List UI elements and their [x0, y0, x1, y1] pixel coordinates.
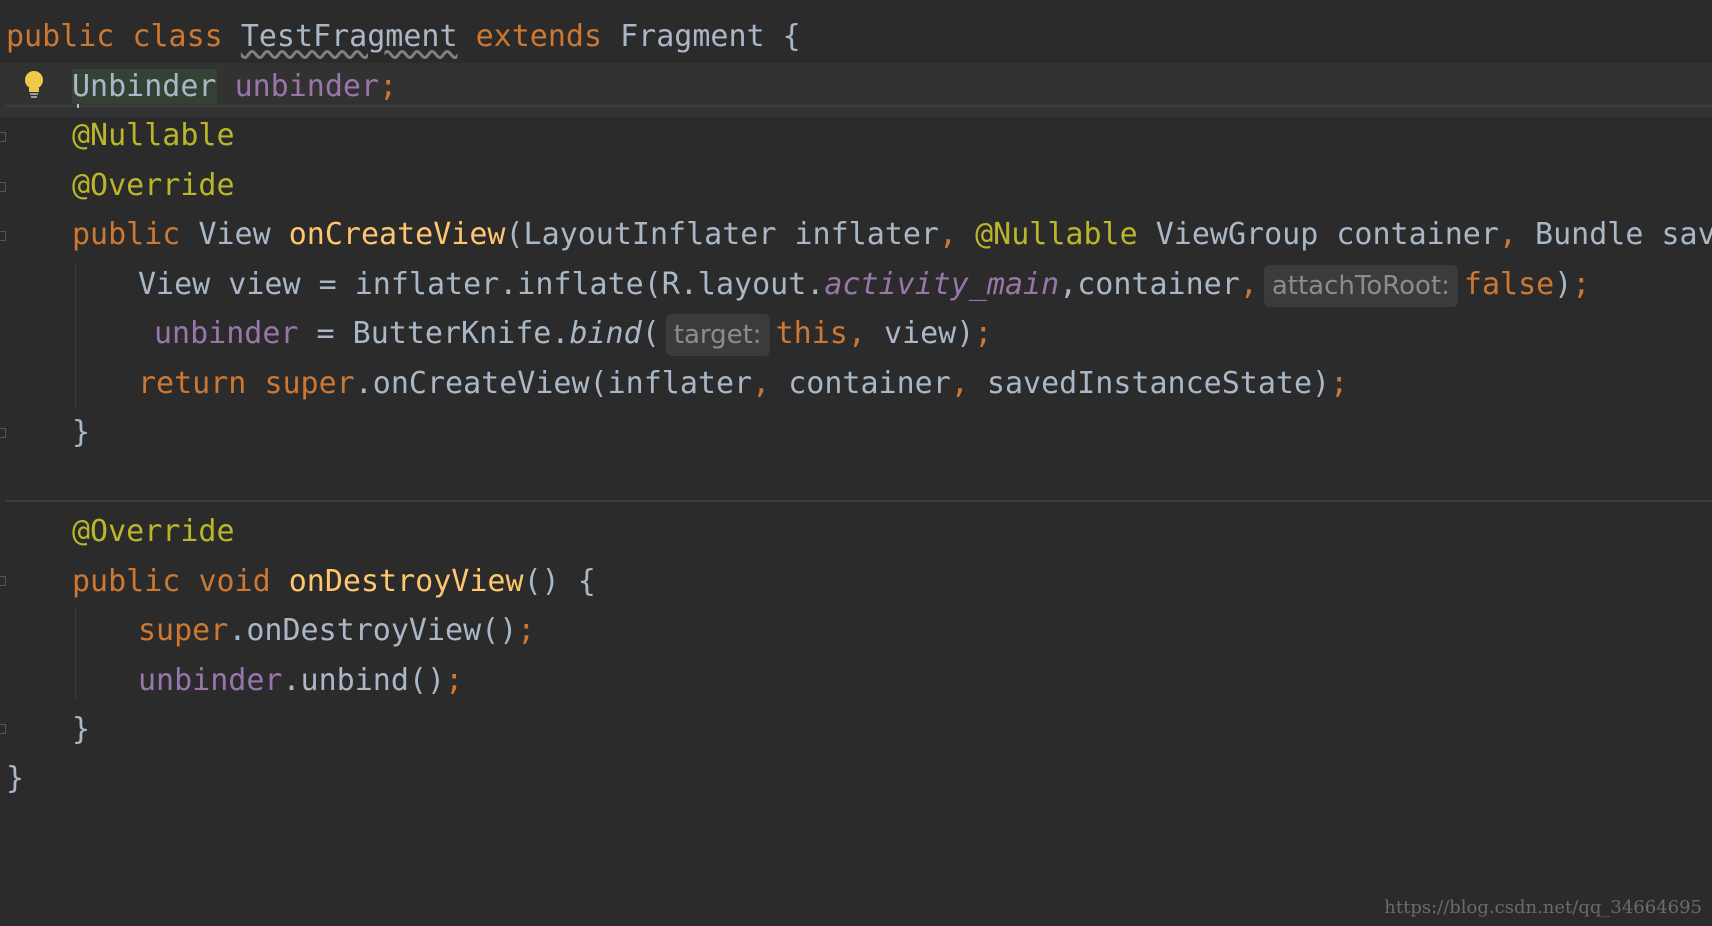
statement-text: .onDestroyView(): [228, 613, 518, 648]
field-name: unbinder: [234, 69, 380, 104]
field-name: unbinder: [138, 663, 283, 698]
parameter-hint: target:: [665, 313, 770, 356]
brace: }: [6, 761, 25, 796]
keyword: public: [6, 19, 115, 54]
statement-text: .onCreateView(inflater: [354, 366, 753, 401]
code-line[interactable]: public View onCreateView(LayoutInflater …: [0, 208, 1712, 262]
parameter: ViewGroup container: [1155, 217, 1499, 252]
keyword: public: [72, 217, 181, 252]
code-line[interactable]: }: [0, 703, 1712, 757]
statement-text: () {: [523, 564, 596, 599]
comma: ,: [950, 366, 969, 401]
statement-text: view): [865, 316, 975, 351]
paren: ): [1554, 267, 1573, 302]
method-name: bind: [569, 316, 642, 351]
type-name: Unbinder: [72, 69, 217, 104]
code-line[interactable]: @Override: [0, 159, 1712, 213]
statement-text: View view = inflater.inflate(R.layout.: [138, 267, 825, 302]
brace: }: [72, 712, 91, 747]
semicolon: ;: [379, 69, 398, 104]
code-line[interactable]: @Nullable: [0, 109, 1712, 163]
annotation: @Override: [72, 514, 235, 549]
code-line[interactable]: unbinder = ButterKnife.bind(target: this,…: [0, 307, 1712, 361]
code-line[interactable]: public class TestFragment extends Fragme…: [0, 10, 1712, 64]
keyword: super: [138, 613, 229, 648]
statement-text: = ButterKnife.: [298, 316, 570, 351]
method-separator: [6, 500, 1712, 502]
semicolon: ;: [974, 316, 993, 351]
class-name: TestFragment: [240, 19, 458, 54]
code-line[interactable]: Unbinder unbinder;: [0, 60, 1712, 114]
annotation: @Nullable: [975, 217, 1138, 252]
keyword: false: [1463, 267, 1555, 302]
keyword: return: [138, 366, 247, 401]
comma: ,: [1498, 217, 1517, 252]
code-line[interactable]: View view = inflater.inflate(R.layout.ac…: [0, 258, 1712, 312]
paren: (: [641, 316, 660, 351]
parameter-hint: attachToRoot:: [1263, 264, 1458, 307]
keyword: this: [775, 316, 848, 351]
comma: ,: [847, 316, 866, 351]
statement-text: .unbind(): [282, 663, 446, 698]
code-editor[interactable]: public class TestFragment extends Fragme…: [0, 0, 1712, 926]
keyword: public: [72, 564, 181, 599]
keyword: extends: [475, 19, 603, 54]
code-line[interactable]: @Override: [0, 505, 1712, 559]
code-line[interactable]: return super.onCreateView(inflater, cont…: [0, 357, 1712, 411]
type-name: View: [198, 217, 271, 252]
resource-id: activity_main: [824, 267, 1060, 302]
comma: ,: [938, 217, 958, 252]
superclass: Fragment: [620, 19, 765, 54]
field-name: unbinder: [154, 316, 299, 351]
keyword: super: [264, 366, 355, 401]
code-line[interactable]: }: [0, 752, 1712, 806]
parameter: Bundle sav: [1535, 217, 1712, 252]
parameter: (LayoutInflater inflater: [505, 217, 939, 252]
code-line[interactable]: public void onDestroyView() {: [0, 555, 1712, 609]
statement-text: savedInstanceState): [968, 366, 1331, 401]
annotation: @Nullable: [72, 118, 235, 153]
brace: }: [72, 415, 91, 450]
semicolon: ;: [1330, 366, 1349, 401]
statement-text: ,container: [1059, 267, 1240, 302]
code-line[interactable]: }: [0, 406, 1712, 460]
semicolon: ;: [517, 613, 536, 648]
code-line[interactable]: unbinder.unbind();: [0, 654, 1712, 708]
method-name: onCreateView: [288, 217, 506, 252]
keyword: class: [132, 19, 223, 54]
method-name: onDestroyView: [288, 564, 524, 599]
semicolon: ;: [1572, 267, 1591, 302]
code-line[interactable]: super.onDestroyView();: [0, 604, 1712, 658]
watermark: https://blog.csdn.net/qq_34664695: [1384, 897, 1702, 918]
comma: ,: [1239, 267, 1258, 302]
keyword: void: [198, 564, 271, 599]
statement-text: container: [770, 366, 951, 401]
semicolon: ;: [445, 663, 464, 698]
annotation: @Override: [72, 168, 235, 203]
brace: {: [764, 19, 801, 54]
comma: ,: [752, 366, 771, 401]
